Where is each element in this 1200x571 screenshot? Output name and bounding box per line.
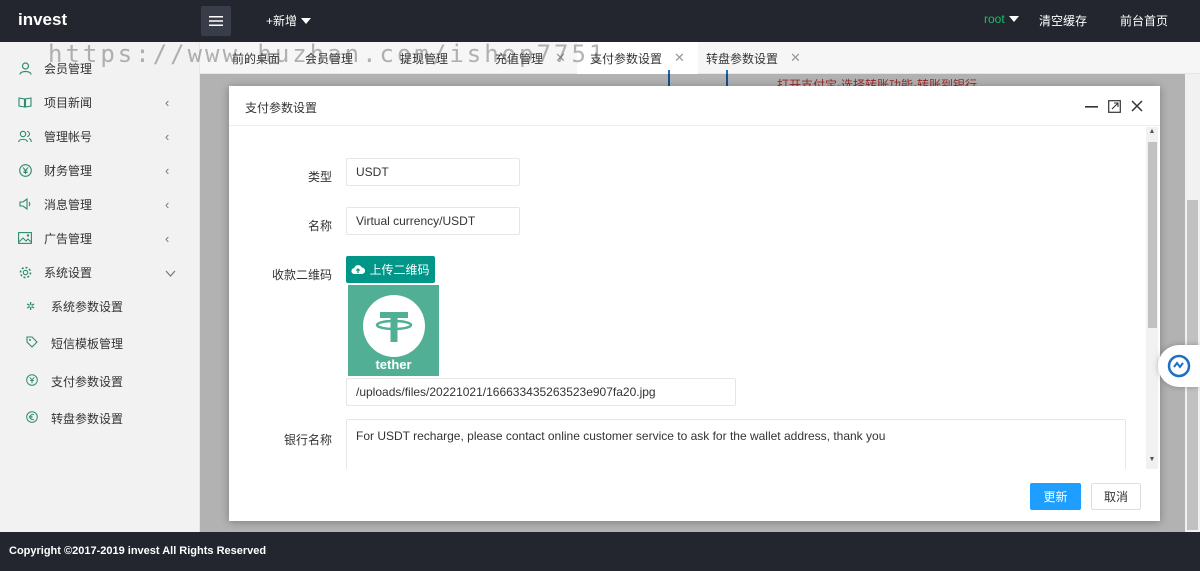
sidebar-item-news[interactable]: 项目新闻 ‹ [0, 85, 200, 119]
update-button[interactable]: 更新 [1030, 483, 1081, 510]
tab-desktop[interactable]: 前的桌面 [232, 42, 280, 74]
app-logo[interactable]: invest [18, 10, 67, 30]
gear-icon: ✲ [26, 301, 36, 313]
scroll-down-arrow-icon[interactable]: ▼ [1147, 456, 1157, 468]
close-icon[interactable]: ✕ [674, 50, 685, 66]
qr-code-label: 收款二维码 [271, 268, 332, 282]
sidebar-item-label: 管理帐号 [44, 129, 93, 144]
sidebar-item-members[interactable]: 会员管理 [0, 51, 200, 85]
close-icon[interactable]: ✕ [555, 50, 566, 66]
minimize-icon[interactable] [1083, 98, 1099, 114]
page-footer: Copyright ©2017-2019 invest All Rights R… [0, 532, 1200, 571]
name-field[interactable]: Virtual currency/USDT [346, 207, 520, 235]
users-icon [18, 129, 32, 143]
payment-params-dialog: 支付参数设置 类型 USDT 名称 Virtual currency/USDT … [229, 86, 1160, 521]
sidebar-subitem-label: 支付参数设置 [51, 375, 124, 389]
close-icon[interactable] [1129, 98, 1145, 114]
book-icon [18, 95, 32, 109]
helper-logo-icon [1167, 354, 1191, 378]
maximize-icon[interactable] [1106, 98, 1122, 114]
upload-qr-label: 上传二维码 [369, 263, 430, 277]
bank-name-textarea[interactable]: For USDT recharge, please contact online… [346, 419, 1126, 469]
chevron-left-icon: ‹ [165, 162, 170, 178]
sidebar-item-label: 系统设置 [44, 265, 93, 280]
sidebar-subitem-sms-templates[interactable]: 短信模板管理 [0, 325, 200, 362]
dialog-header: 支付参数设置 [229, 86, 1160, 126]
sidebar-subitem-wheel-params[interactable]: 转盘参数设置 [0, 400, 200, 437]
scroll-up-arrow-icon[interactable]: ▲ [1147, 128, 1157, 140]
gear-icon [18, 265, 32, 279]
sidebar-item-label: 项目新闻 [44, 95, 93, 110]
tab-members[interactable]: 会员管理 [305, 42, 353, 74]
user-menu[interactable]: root [984, 12, 1019, 26]
tab-label: 充值管理 [495, 51, 544, 66]
qr-code-image: tether [348, 285, 439, 376]
copyright-text: Copyright ©2017-2019 invest All Rights R… [9, 545, 267, 557]
sidebar-item-system-settings[interactable]: 系统设置 [0, 255, 200, 289]
sidebar-subitem-payment-params[interactable]: 支付参数设置 [0, 363, 200, 400]
cancel-button[interactable]: 取消 [1091, 483, 1141, 510]
floating-helper-button[interactable] [1158, 345, 1200, 387]
sidebar-subitem-label: 系统参数设置 [51, 300, 124, 314]
sidebar-item-label: 财务管理 [44, 163, 93, 178]
menu-toggle-button[interactable] [201, 6, 231, 36]
type-label: 类型 [307, 170, 332, 184]
tether-icon [375, 312, 413, 342]
dialog-footer: 更新 取消 [229, 469, 1160, 521]
tab-label: 支付参数设置 [590, 51, 663, 66]
tag-icon [26, 336, 38, 351]
qr-path-field[interactable]: /uploads/files/20221021/166633435263523e… [346, 378, 736, 406]
add-new-menu[interactable]: +新增 [266, 12, 312, 29]
sidebar: 会员管理 项目新闻 ‹ 管理帐号 ‹ 财务管理 ‹ 消息管理 ‹ 广告管理 ‹ … [0, 42, 200, 532]
sidebar-item-ads[interactable]: 广告管理 ‹ [0, 221, 200, 255]
username: root [984, 12, 1005, 26]
tab-label: 前的桌面 [232, 51, 281, 66]
upload-qr-button[interactable]: 上传二维码 [346, 256, 435, 283]
dialog-title: 支付参数设置 [245, 101, 318, 115]
tab-label: 会员管理 [305, 51, 354, 66]
chevron-left-icon: ‹ [165, 196, 170, 212]
top-header: invest +新增 root 清空缓存 前台首页 [0, 0, 1200, 42]
tab-recharge[interactable]: 充值管理 ✕ [495, 42, 566, 74]
sidebar-item-messages[interactable]: 消息管理 ‹ [0, 187, 200, 221]
bank-name-label: 银行名称 [283, 433, 332, 447]
sidebar-subitem-label: 转盘参数设置 [51, 412, 124, 426]
tab-withdrawals[interactable]: 提现管理 [400, 42, 448, 74]
tab-label: 提现管理 [400, 51, 449, 66]
user-icon [18, 61, 32, 75]
dialog-body: 类型 USDT 名称 Virtual currency/USDT 收款二维码 上… [229, 127, 1145, 469]
cloud-upload-icon [351, 265, 366, 275]
hamburger-icon [209, 16, 223, 26]
qr-caption: tether [375, 357, 412, 372]
tether-logo [363, 295, 425, 357]
close-icon[interactable]: ✕ [790, 50, 801, 66]
euro-icon [26, 411, 38, 426]
yen-icon [18, 163, 32, 177]
caret-down-icon [1008, 16, 1019, 22]
sidebar-item-accounts[interactable]: 管理帐号 ‹ [0, 119, 200, 153]
dialog-scrollbar-thumb[interactable] [1148, 142, 1157, 328]
clear-cache-link[interactable]: 清空缓存 [1039, 12, 1087, 29]
sidebar-subitem-label: 短信模板管理 [51, 337, 124, 351]
add-new-label: +新增 [266, 14, 298, 28]
sidebar-item-label: 会员管理 [44, 61, 93, 76]
chevron-down-icon [165, 265, 176, 280]
sidebar-item-label: 消息管理 [44, 197, 93, 212]
type-field[interactable]: USDT [346, 158, 520, 186]
sidebar-subitem-system-params[interactable]: ✲ 系统参数设置 [0, 288, 200, 325]
yen-icon [26, 374, 38, 389]
chevron-left-icon: ‹ [165, 94, 170, 110]
chevron-left-icon: ‹ [165, 230, 170, 246]
caret-down-icon [301, 17, 312, 24]
front-home-link[interactable]: 前台首页 [1120, 12, 1168, 29]
tab-label: 转盘参数设置 [706, 51, 779, 66]
chevron-left-icon: ‹ [165, 128, 170, 144]
sidebar-item-finance[interactable]: 财务管理 ‹ [0, 153, 200, 187]
image-icon [18, 231, 32, 245]
speaker-icon [18, 197, 32, 211]
sidebar-item-label: 广告管理 [44, 231, 93, 246]
name-label: 名称 [307, 219, 332, 233]
